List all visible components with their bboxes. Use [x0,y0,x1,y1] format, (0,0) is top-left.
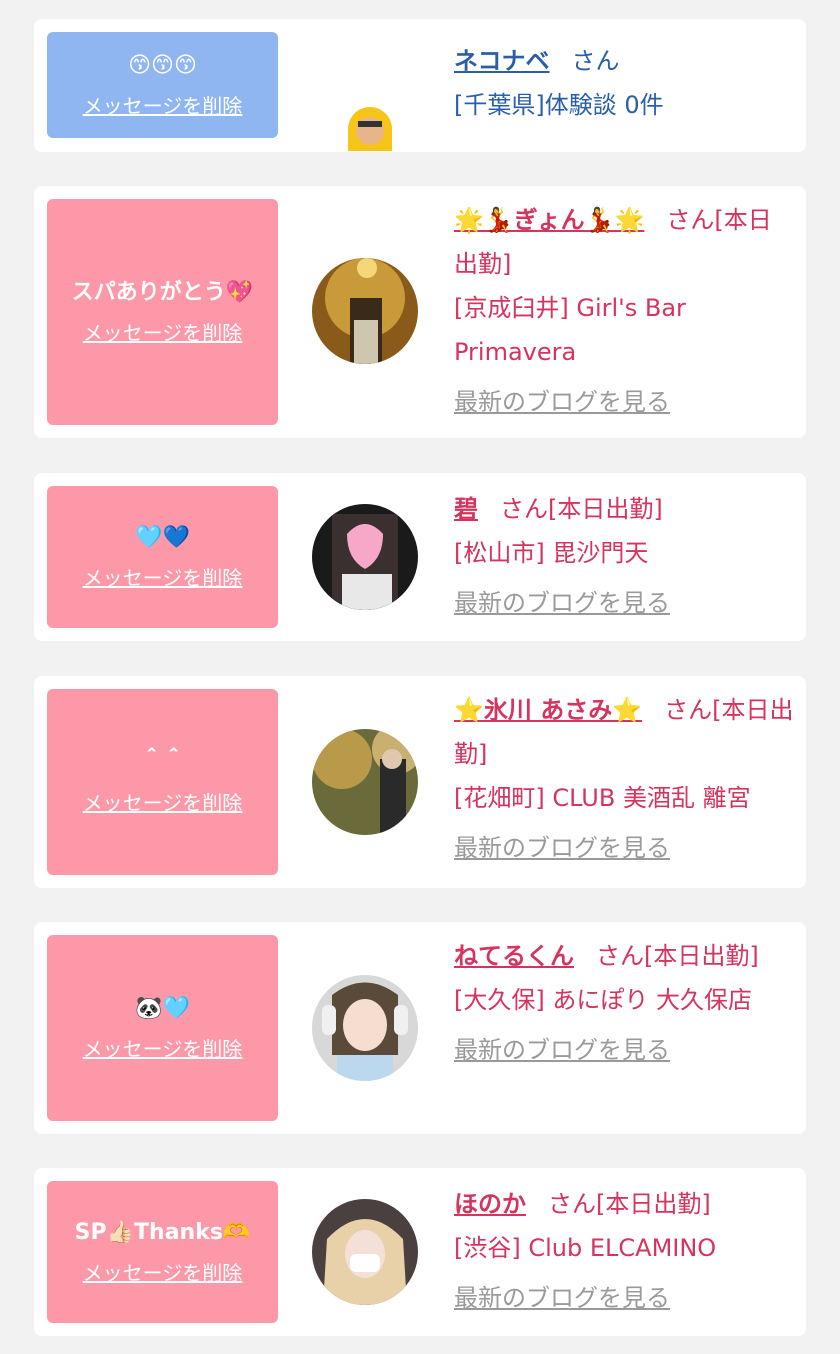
user-name-link[interactable]: ほのか [454,1190,526,1218]
latest-blog-link[interactable]: 最新のブログを見る [454,1028,794,1072]
user-name-link[interactable]: 碧 [454,495,478,523]
latest-blog-link[interactable]: 最新のブログを見る [454,826,794,870]
message-bubble: 🐼🩵 メッセージを削除 [47,935,278,1121]
message-bubble: SP👍🏻Thanks🫶 メッセージを削除 [47,1181,278,1323]
avatar[interactable] [312,975,418,1081]
user-detail: [京成臼井] Girl's Bar Primavera [454,294,686,366]
user-detail: [花畑町] CLUB 美酒乱 離宮 [454,784,751,812]
user-info: ねてるくん さん[本日出勤] [大久保] あにぽり 大久保店 最新のブログを見る [454,934,794,1072]
avatar[interactable] [348,107,392,151]
user-info: ⭐氷川 あさみ⭐ さん[本日出勤] [花畑町] CLUB 美酒乱 離宮 最新のブロ… [454,688,794,870]
latest-blog-link[interactable]: 最新のブログを見る [454,1276,794,1320]
user-name-link[interactable]: ⭐氷川 あさみ⭐ [454,696,642,724]
honorific: さん [664,696,713,724]
message-bubble: 🩵💙 メッセージを削除 [47,486,278,628]
user-detail: [松山市] 毘沙門天 [454,539,649,567]
avatar[interactable] [312,729,418,835]
message-card: 😙😙😙 メッセージを削除 ネコナベ さん [千葉県]体験談 0件 [34,19,806,152]
message-card: ＾＾ メッセージを削除 ⭐氷川 あさみ⭐ さん[本日出勤] [花畑町] CLUB … [34,676,806,888]
avatar[interactable] [312,504,418,610]
delete-message-link[interactable]: メッセージを削除 [83,93,243,119]
delete-message-link[interactable]: メッセージを削除 [83,565,243,591]
user-name-link[interactable]: ねてるくん [454,942,574,970]
honorific: さん [500,495,548,523]
message-text: 🩵💙 [135,525,190,550]
honorific: さん [596,942,644,970]
delete-message-link[interactable]: メッセージを削除 [83,1260,243,1286]
latest-blog-link[interactable]: 最新のブログを見る [454,581,794,625]
message-text: SP👍🏻Thanks🫶 [74,1220,251,1245]
user-detail: [渋谷] Club ELCAMINO [454,1234,717,1262]
user-detail: [大久保] あにぽり 大久保店 [454,986,752,1014]
delete-message-link[interactable]: メッセージを削除 [83,320,243,346]
user-info: ほのか さん[本日出勤] [渋谷] Club ELCAMINO 最新のブログを見る [454,1182,794,1320]
work-status: [本日出勤] [596,1190,711,1218]
honorific: さん [666,206,715,234]
message-bubble: 😙😙😙 メッセージを削除 [47,32,278,138]
message-card: 🩵💙 メッセージを削除 碧さん[本日出勤] [松山市] 毘沙門天 最新のブログを… [34,473,806,641]
honorific: さん [548,1190,596,1218]
message-text: 🐼🩵 [135,996,190,1021]
message-card: スパありがとう💖 メッセージを削除 🌟💃ぎょん💃🌟 さん[本日出勤] [京成臼井]… [34,186,806,438]
message-card: 🐼🩵 メッセージを削除 ねてるくん さん[本日出勤] [大久保] あにぽり 大久保… [34,922,806,1134]
message-text: ＾＾ [140,750,185,775]
user-detail: [千葉県]体験談 0件 [454,91,664,119]
work-status: [本日出勤] [548,495,663,523]
user-name-link[interactable]: 🌟💃ぎょん💃🌟 [454,206,644,234]
message-text: 😙😙😙 [128,53,197,78]
honorific: さん [571,47,620,75]
delete-message-link[interactable]: メッセージを削除 [83,790,243,816]
message-bubble: スパありがとう💖 メッセージを削除 [47,199,278,425]
work-status: [本日出勤] [644,942,759,970]
user-info: 碧さん[本日出勤] [松山市] 毘沙門天 最新のブログを見る [454,487,794,625]
message-bubble: ＾＾ メッセージを削除 [47,689,278,875]
user-name-link[interactable]: ネコナベ [454,47,550,75]
user-info: ネコナベ さん [千葉県]体験談 0件 [454,39,794,127]
delete-message-link[interactable]: メッセージを削除 [83,1036,243,1062]
latest-blog-link[interactable]: 最新のブログを見る [454,380,794,424]
user-info: 🌟💃ぎょん💃🌟 さん[本日出勤] [京成臼井] Girl's Bar Primav… [454,198,794,424]
avatar[interactable] [312,258,418,364]
message-card: SP👍🏻Thanks🫶 メッセージを削除 ほのか さん[本日出勤] [渋谷] Cl… [34,1168,806,1336]
avatar[interactable] [312,1199,418,1305]
message-text: スパありがとう💖 [71,280,254,305]
